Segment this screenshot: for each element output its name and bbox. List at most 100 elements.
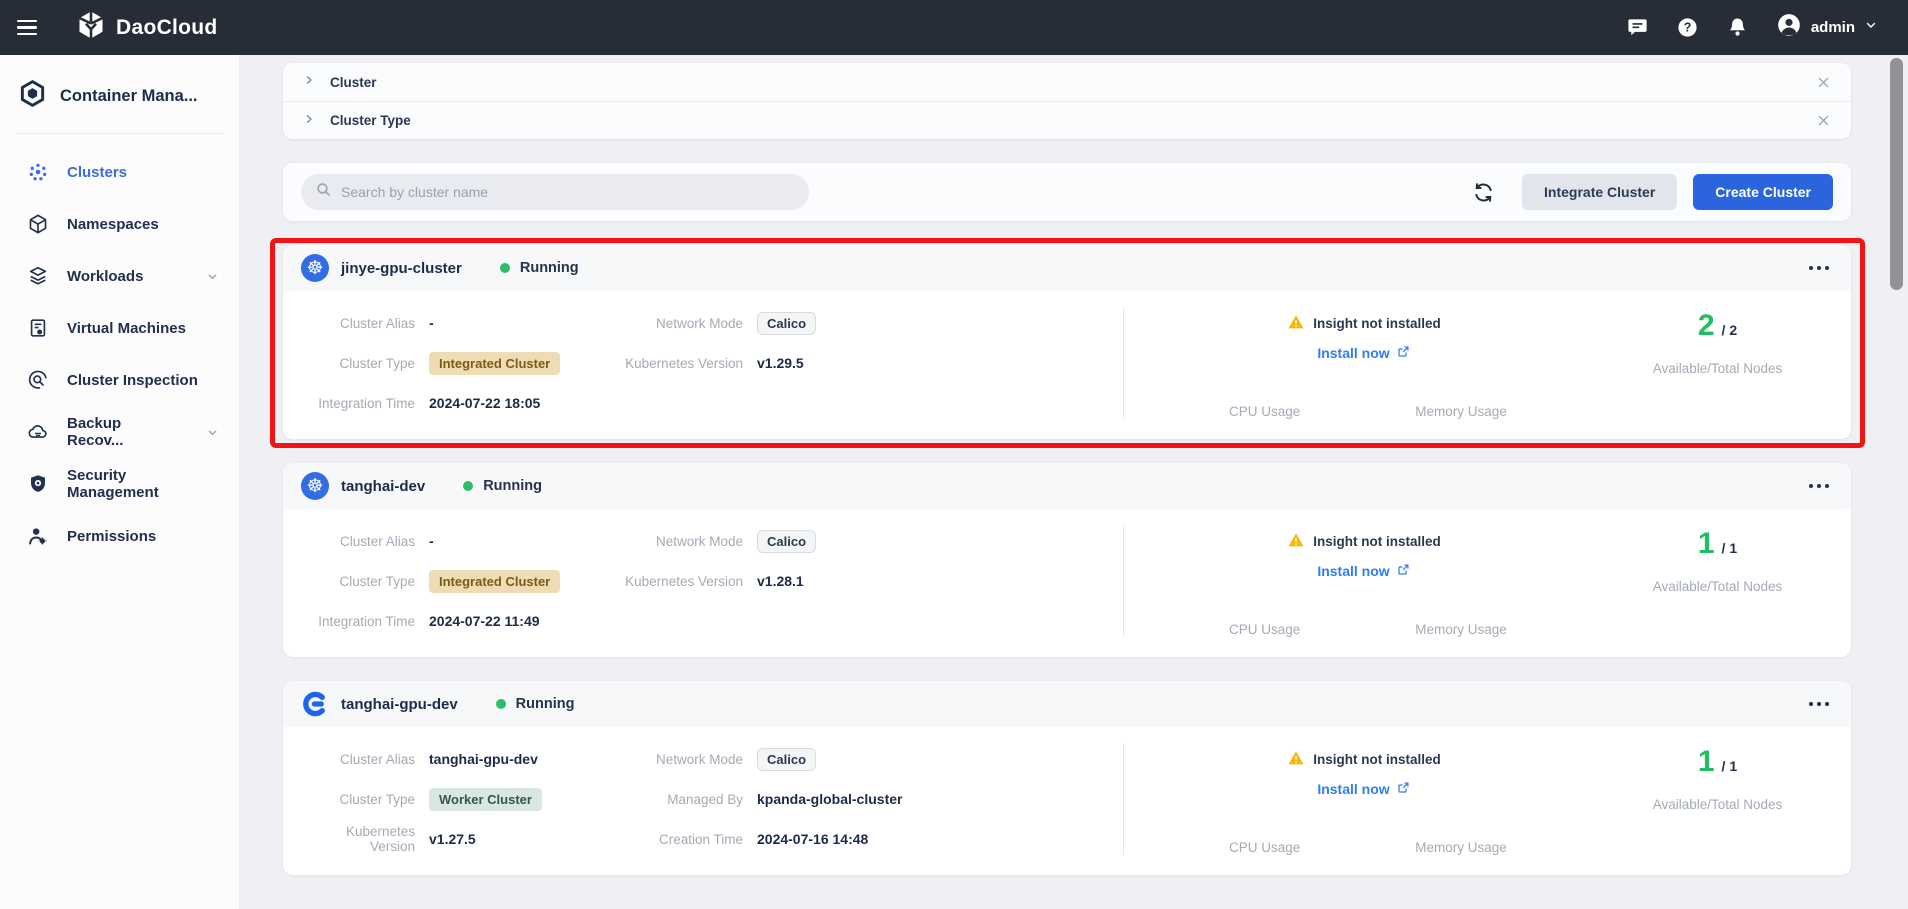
external-link-icon [1396, 344, 1411, 362]
sidebar-item-virtual-machines[interactable]: Virtual Machines [0, 302, 239, 354]
card-header: tanghai-gpu-dev Running [283, 681, 1851, 727]
cluster-name[interactable]: jinye-gpu-cluster [341, 260, 462, 277]
nodes-caption: Available/Total Nodes [1653, 579, 1783, 594]
hamburger-menu-icon[interactable] [0, 0, 54, 55]
more-actions-icon[interactable] [1805, 476, 1833, 496]
field-value: v1.28.1 [757, 573, 804, 589]
sidebar-item-label: Cluster Inspection [67, 372, 198, 389]
install-now-label: Install now [1317, 345, 1389, 361]
main-content: Clusters Cluster Cluster Type [240, 0, 1908, 875]
security-management-icon [26, 473, 49, 496]
sidebar-item-workloads[interactable]: Workloads [0, 250, 239, 302]
field-label: Creation Time [603, 832, 743, 847]
more-actions-icon[interactable] [1805, 694, 1833, 714]
install-now-link[interactable]: Install now [1317, 780, 1410, 798]
field-value: v1.29.5 [757, 355, 804, 371]
memory-usage-label: Memory Usage [1415, 840, 1507, 855]
card-header: ☸ jinye-gpu-cluster Running [283, 245, 1851, 291]
integrate-cluster-button[interactable]: Integrate Cluster [1522, 174, 1677, 210]
cluster-name[interactable]: tanghai-gpu-dev [341, 696, 458, 713]
warning-icon [1287, 749, 1305, 770]
product-header[interactable]: Container Mana... [0, 55, 239, 133]
external-link-icon [1396, 562, 1411, 580]
sidebar-item-label: Clusters [67, 164, 127, 181]
search-input[interactable] [341, 184, 795, 200]
field-label: Integration Time [303, 614, 415, 629]
notifications-bell-icon[interactable] [1726, 16, 1750, 40]
permissions-icon [26, 525, 49, 548]
field-label: Network Mode [603, 534, 743, 549]
filter-cluster[interactable]: Cluster [283, 63, 1851, 101]
cluster-card-jinye-gpu-cluster: ☸ jinye-gpu-cluster Running Cluster Alia… [283, 245, 1851, 439]
available-nodes: 1 [1698, 527, 1715, 561]
messages-icon[interactable] [1626, 16, 1650, 40]
filter-label: Cluster Type [330, 113, 411, 128]
field-label: Cluster Alias [303, 534, 415, 549]
memory-usage-label: Memory Usage [1415, 404, 1507, 419]
status-dot [463, 481, 473, 491]
namespaces-icon [26, 213, 49, 236]
sidebar-item-label: Virtual Machines [67, 320, 186, 337]
search-icon [315, 181, 332, 203]
virtual-machines-icon [26, 317, 49, 340]
refresh-icon[interactable] [1470, 179, 1496, 205]
status-dot [500, 263, 510, 273]
sidebar-item-label: Workloads [67, 268, 143, 285]
status-dot [496, 699, 506, 709]
search-box[interactable] [301, 174, 809, 210]
field-label: Network Mode [603, 316, 743, 331]
cluster-type-badge: Integrated Cluster [429, 570, 560, 593]
field-value: 2024-07-16 14:48 [757, 831, 868, 847]
nodes-caption: Available/Total Nodes [1653, 797, 1783, 812]
field-label: Managed By [603, 792, 743, 807]
workloads-icon [26, 265, 49, 288]
field-value: - [429, 533, 434, 549]
field-label: Cluster Type [303, 792, 415, 807]
field-label: Cluster Type [303, 356, 415, 371]
sidebar-item-clusters[interactable]: Clusters [0, 146, 239, 198]
user-menu[interactable]: admin [1776, 12, 1878, 43]
sidebar-item-permissions[interactable]: Permissions [0, 510, 239, 562]
svg-text:?: ? [1684, 21, 1692, 35]
chevron-right-icon [303, 73, 315, 91]
field-label: Kubernetes Version [603, 574, 743, 589]
worker-cluster-logo-icon [301, 690, 329, 718]
field-label: Cluster Alias [303, 752, 415, 767]
filters-panel: Cluster Cluster Type [283, 63, 1851, 139]
available-nodes: 2 [1698, 309, 1715, 343]
install-now-label: Install now [1317, 781, 1389, 797]
close-icon[interactable] [1816, 75, 1831, 90]
topbar: DaoCloud ? admin [0, 0, 1908, 55]
sidebar: Container Mana... Clusters Namespaces Wo… [0, 55, 240, 909]
cluster-name[interactable]: tanghai-dev [341, 478, 425, 495]
filter-cluster-type[interactable]: Cluster Type [283, 101, 1851, 139]
sidebar-item-security-management[interactable]: Security Management [0, 458, 239, 510]
install-now-link[interactable]: Install now [1317, 562, 1410, 580]
help-icon[interactable]: ? [1676, 16, 1700, 40]
avatar [1776, 12, 1802, 43]
field-value: v1.27.5 [429, 831, 476, 847]
more-actions-icon[interactable] [1805, 258, 1833, 278]
cluster-card-tanghai-gpu-dev: tanghai-gpu-dev Running Cluster Alias tan… [283, 681, 1851, 875]
vertical-scrollbar[interactable] [1890, 58, 1903, 290]
status-text: Running [520, 260, 579, 276]
sidebar-item-label: Namespaces [67, 216, 159, 233]
brand-logo[interactable]: DaoCloud [76, 10, 218, 45]
warning-icon [1287, 313, 1305, 334]
sidebar-item-cluster-inspection[interactable]: Cluster Inspection [0, 354, 239, 406]
close-icon[interactable] [1816, 113, 1831, 128]
sidebar-item-backup-recovery[interactable]: Backup Recov... [0, 406, 239, 458]
insight-status: Insight not installed [1313, 752, 1441, 767]
install-now-link[interactable]: Install now [1317, 344, 1410, 362]
nodes-caption: Available/Total Nodes [1653, 361, 1783, 376]
network-mode-badge: Calico [757, 312, 816, 335]
field-label: Kubernetes Version [603, 356, 743, 371]
field-label: Integration Time [303, 396, 415, 411]
container-management-icon [18, 79, 47, 113]
sidebar-item-namespaces[interactable]: Namespaces [0, 198, 239, 250]
username: admin [1811, 19, 1855, 36]
card-header: ☸ tanghai-dev Running [283, 463, 1851, 509]
chevron-right-icon [303, 112, 315, 130]
cluster-type-badge: Integrated Cluster [429, 352, 560, 375]
create-cluster-button[interactable]: Create Cluster [1693, 174, 1833, 210]
